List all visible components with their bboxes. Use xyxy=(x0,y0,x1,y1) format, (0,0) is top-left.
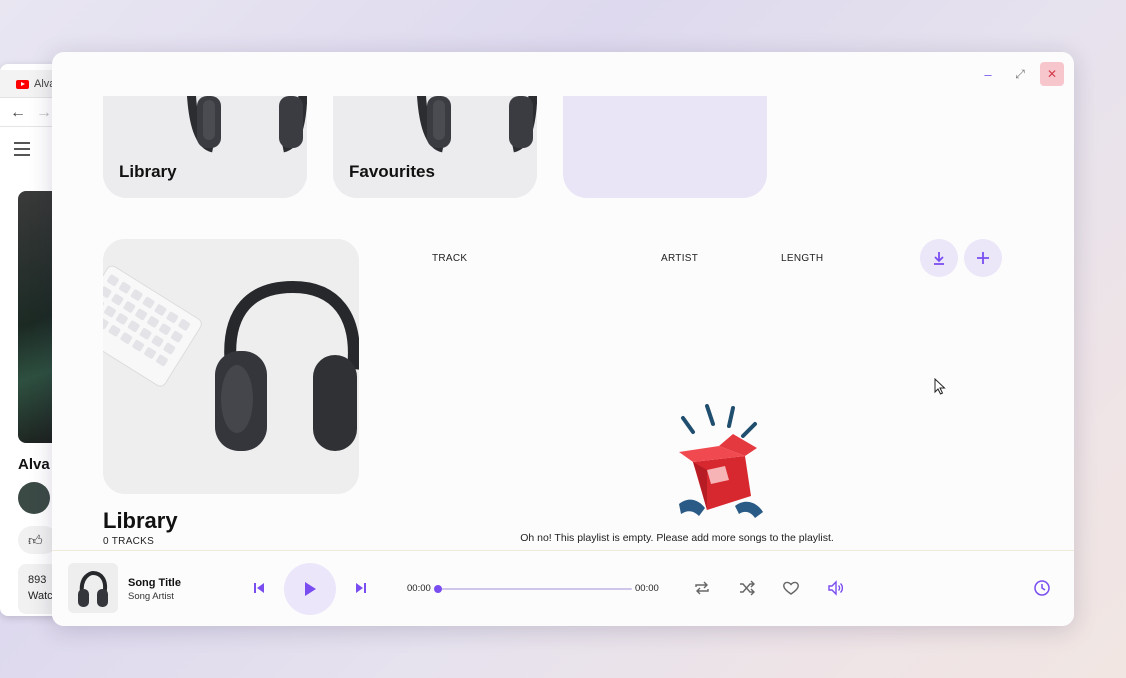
playlist-title: Library xyxy=(103,508,178,533)
forward-arrow-icon[interactable]: → xyxy=(36,104,52,122)
playlist-card-label: Favourites xyxy=(349,162,435,181)
playlist-cover-image xyxy=(103,239,359,494)
column-header-artist[interactable]: ARTIST xyxy=(661,253,698,264)
skip-next-icon[interactable] xyxy=(354,581,368,595)
playlist-track-count: 0 TRACKS xyxy=(103,536,155,547)
shuffle-icon[interactable] xyxy=(738,579,756,597)
playlist-card-library[interactable]: Library xyxy=(103,96,307,198)
maximize-icon: ⤢ xyxy=(1015,66,1025,81)
video-title: Alva xyxy=(18,456,50,473)
playlist-card-placeholder[interactable] xyxy=(563,96,767,198)
seek-handle[interactable] xyxy=(434,585,442,593)
music-app-window: – ⤢ ✕ Library Favourites Library 0 TRACK… xyxy=(52,52,1074,626)
current-time: 00:00 xyxy=(407,583,431,594)
youtube-icon xyxy=(16,80,29,89)
headphones-image xyxy=(103,96,307,198)
skip-previous-icon[interactable] xyxy=(252,581,266,595)
playlist-card-label: Library xyxy=(119,162,177,181)
empty-playlist-message: Oh no! This playlist is empty. Please ad… xyxy=(520,532,834,544)
clock-icon[interactable] xyxy=(1033,579,1051,597)
download-icon xyxy=(934,252,944,265)
play-button[interactable] xyxy=(284,563,336,615)
player-bar: Song Title Song Artist 00:00 00:00 xyxy=(52,550,1074,626)
now-playing-thumbnail[interactable] xyxy=(68,563,118,613)
close-button[interactable]: ✕ xyxy=(1040,62,1064,86)
maximize-button[interactable]: ⤢ xyxy=(1008,62,1032,86)
playlist-card-favourites[interactable]: Favourites xyxy=(333,96,537,198)
add-song-button[interactable] xyxy=(964,239,1002,277)
column-header-length[interactable]: LENGTH xyxy=(781,253,823,264)
thumbs-up-icon: 👍︎ xyxy=(28,532,43,548)
total-time: 00:00 xyxy=(635,583,659,594)
back-arrow-icon[interactable]: ← xyxy=(10,104,26,122)
minimize-button[interactable]: – xyxy=(976,62,1000,86)
channel-avatar[interactable] xyxy=(18,482,50,514)
volume-icon[interactable] xyxy=(827,579,845,597)
plus-icon xyxy=(977,252,989,264)
download-playlist-button[interactable] xyxy=(920,239,958,277)
heart-icon[interactable] xyxy=(782,579,800,597)
close-icon: ✕ xyxy=(1046,67,1058,81)
headphones-image xyxy=(333,96,537,198)
empty-box-illustration xyxy=(679,404,763,518)
minimize-icon: – xyxy=(984,66,992,82)
now-playing-artist: Song Artist xyxy=(128,591,174,602)
mouse-cursor-icon xyxy=(934,378,946,395)
repeat-icon[interactable] xyxy=(693,579,711,597)
hamburger-menu-icon[interactable] xyxy=(14,142,30,160)
column-header-track[interactable]: TRACK xyxy=(432,253,467,264)
now-playing-title: Song Title xyxy=(128,577,181,589)
play-icon xyxy=(305,582,316,596)
seek-bar[interactable] xyxy=(434,585,632,593)
